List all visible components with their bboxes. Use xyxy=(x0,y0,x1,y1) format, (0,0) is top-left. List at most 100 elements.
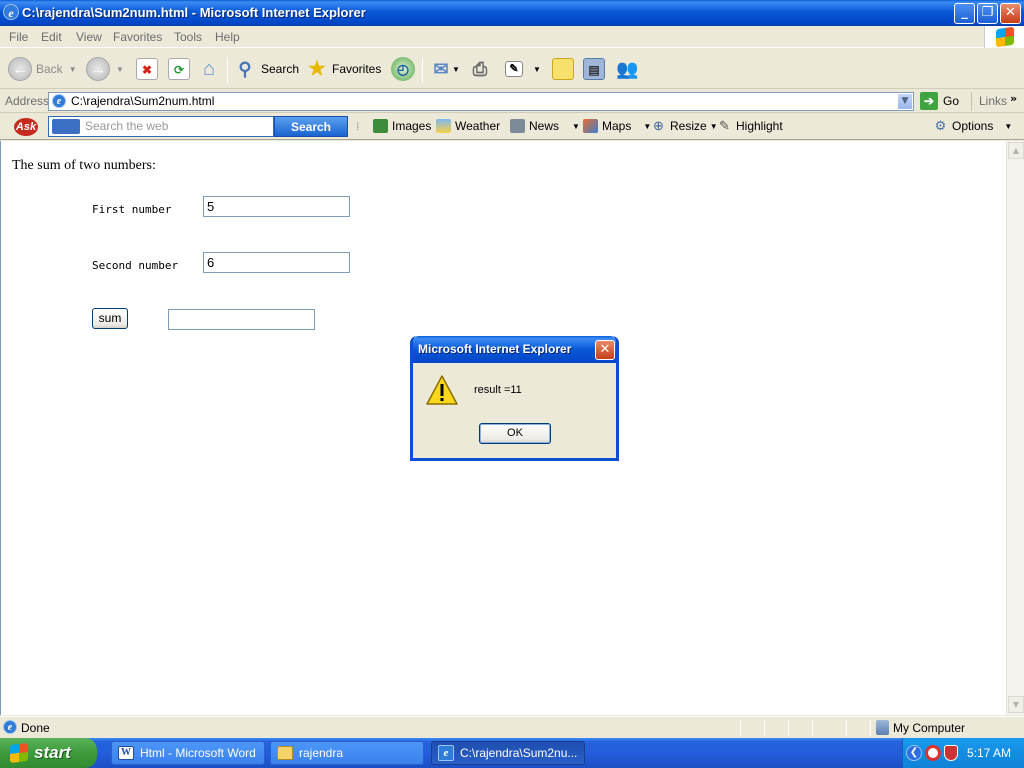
research-button[interactable]: ▤ xyxy=(583,55,605,83)
chevron-right-icon[interactable]: » xyxy=(1010,92,1017,105)
chevron-down-icon[interactable]: ▼ xyxy=(452,65,460,74)
address-label: Address xyxy=(5,94,50,108)
chevron-down-icon[interactable]: ▼ xyxy=(572,122,580,131)
links-button[interactable]: Links xyxy=(979,94,1007,108)
options-label: Options xyxy=(952,119,994,133)
news-icon xyxy=(510,119,525,133)
back-button[interactable]: ← Back ▼ xyxy=(8,55,77,83)
weather-label: Weather xyxy=(455,119,501,133)
taskbar-item-word[interactable]: W Html - Microsoft Word xyxy=(111,741,265,765)
refresh-button[interactable]: ⟳ xyxy=(168,55,190,83)
messenger-button[interactable]: 👥 xyxy=(616,55,638,83)
history-button[interactable]: ◴ xyxy=(391,55,415,83)
page-icon: e xyxy=(52,94,66,108)
minimize-icon[interactable]: _ xyxy=(954,3,975,24)
address-input[interactable]: e C:\rajendra\Sum2num.html xyxy=(48,92,914,111)
weather-button[interactable]: Weather xyxy=(436,119,500,133)
taskbar-item-label: rajendra xyxy=(299,746,344,760)
mail-icon: ✉ xyxy=(433,59,449,79)
mail-button[interactable]: ✉ ▼ xyxy=(430,55,460,83)
taskbar-item-ie[interactable]: e C:\rajendra\Sum2nu... xyxy=(431,741,585,765)
clock: 5:17 AM xyxy=(967,746,1012,760)
globe-icon[interactable] xyxy=(52,119,80,134)
ask-logo[interactable]: Ask xyxy=(14,118,38,136)
images-button[interactable]: Images xyxy=(373,119,431,133)
windows-flag-icon xyxy=(10,743,28,763)
warning-icon xyxy=(426,375,458,405)
go-button[interactable]: ➔ Go xyxy=(920,92,959,110)
refresh-icon: ⟳ xyxy=(168,58,190,80)
shield-icon[interactable] xyxy=(944,745,958,761)
chevron-down-icon[interactable]: ▼ xyxy=(69,65,77,74)
start-label: start xyxy=(34,743,71,762)
news-button[interactable]: News ▼ xyxy=(510,119,580,133)
favorites-button[interactable]: ★ Favorites xyxy=(306,55,381,83)
chevron-down-icon[interactable]: ▼ xyxy=(1004,122,1012,131)
ask-search-input[interactable]: Search the web xyxy=(48,116,274,137)
vertical-scrollbar[interactable]: ▲ ▼ xyxy=(1006,141,1024,715)
print-button[interactable]: ⎙ xyxy=(469,55,491,83)
images-icon xyxy=(373,119,388,133)
highlight-button[interactable]: ✎ Highlight xyxy=(717,119,783,134)
resize-label: Resize xyxy=(670,119,707,133)
menu-edit[interactable]: Edit xyxy=(41,30,62,44)
stop-button[interactable]: ✖ xyxy=(136,55,158,83)
grip-icon[interactable]: ⁞ xyxy=(356,120,360,133)
system-tray: ❮ 5:17 AM xyxy=(902,738,1024,768)
research-icon: ▤ xyxy=(583,58,605,80)
window-title-bar[interactable]: e C:\rajendra\Sum2num.html - Microsoft I… xyxy=(0,0,1024,26)
menu-file[interactable]: File xyxy=(9,30,28,44)
chevron-down-icon[interactable]: ▼ xyxy=(897,93,913,110)
menu-favorites[interactable]: Favorites xyxy=(113,30,162,44)
weather-icon xyxy=(436,119,451,133)
security-zone: My Computer xyxy=(893,721,966,735)
gear-icon: ⚙ xyxy=(934,118,947,133)
windows-logo-icon xyxy=(984,26,1024,48)
address-url: C:\rajendra\Sum2num.html xyxy=(71,94,215,108)
close-icon[interactable]: ✕ xyxy=(1000,3,1021,24)
back-arrow-icon: ← xyxy=(8,57,32,81)
taskbar: start W Html - Microsoft Word rajendra e… xyxy=(0,738,1024,768)
scroll-down-icon[interactable]: ▼ xyxy=(1008,696,1024,713)
dialog-title-bar[interactable]: Microsoft Internet Explorer ✕ xyxy=(413,336,616,363)
standard-toolbar: ← Back ▼ → ▼ ✖ ⟳ ⌂ ⚲ Search ★ Favorites … xyxy=(0,49,1024,89)
dialog-close-icon[interactable]: ✕ xyxy=(595,340,615,360)
messenger-icon: 👥 xyxy=(616,59,639,79)
start-button[interactable]: start xyxy=(0,738,97,768)
forward-button[interactable]: → ▼ xyxy=(86,55,124,83)
home-icon: ⌂ xyxy=(202,58,216,80)
first-number-input[interactable]: 5 xyxy=(203,196,350,217)
result-input[interactable] xyxy=(168,309,315,330)
maps-label: Maps xyxy=(602,119,632,133)
chevron-down-icon[interactable]: ▼ xyxy=(533,65,541,74)
edit-icon: ✎ xyxy=(505,61,523,77)
menu-tools[interactable]: Tools xyxy=(174,30,202,44)
second-number-input[interactable]: 6 xyxy=(203,252,350,273)
ie-icon: e xyxy=(438,745,454,761)
taskbar-item-folder[interactable]: rajendra xyxy=(270,741,424,765)
scroll-up-icon[interactable]: ▲ xyxy=(1008,142,1024,159)
discuss-button[interactable] xyxy=(552,55,574,83)
sum-button[interactable]: sum xyxy=(92,308,128,329)
dialog-title: Microsoft Internet Explorer xyxy=(418,342,572,356)
home-button[interactable]: ⌂ xyxy=(198,55,220,83)
chevron-left-icon[interactable]: ❮ xyxy=(906,745,922,761)
news-label: News xyxy=(529,119,560,133)
maximize-icon[interactable]: ❐ xyxy=(977,3,998,24)
resize-button[interactable]: ⊕ Resize ▼ xyxy=(651,119,718,134)
highlight-label: Highlight xyxy=(736,119,783,133)
menu-view[interactable]: View xyxy=(76,30,102,44)
search-button[interactable]: ⚲ Search xyxy=(234,55,299,83)
tray-app-icon[interactable] xyxy=(925,745,941,761)
menu-help[interactable]: Help xyxy=(215,30,240,44)
back-label: Back xyxy=(36,62,63,76)
ok-button[interactable]: OK xyxy=(479,423,551,444)
chevron-down-icon[interactable]: ▼ xyxy=(116,65,124,74)
options-button[interactable]: ⚙ Options ▼ xyxy=(933,118,1013,134)
maps-button[interactable]: Maps ▼ xyxy=(583,119,651,133)
taskbar-item-label: C:\rajendra\Sum2nu... xyxy=(460,746,578,760)
star-icon: ★ xyxy=(308,58,326,80)
edit-button[interactable]: ✎ ▼ xyxy=(505,55,541,83)
print-icon: ⎙ xyxy=(472,59,488,79)
ask-search-button[interactable]: Search xyxy=(274,116,348,137)
